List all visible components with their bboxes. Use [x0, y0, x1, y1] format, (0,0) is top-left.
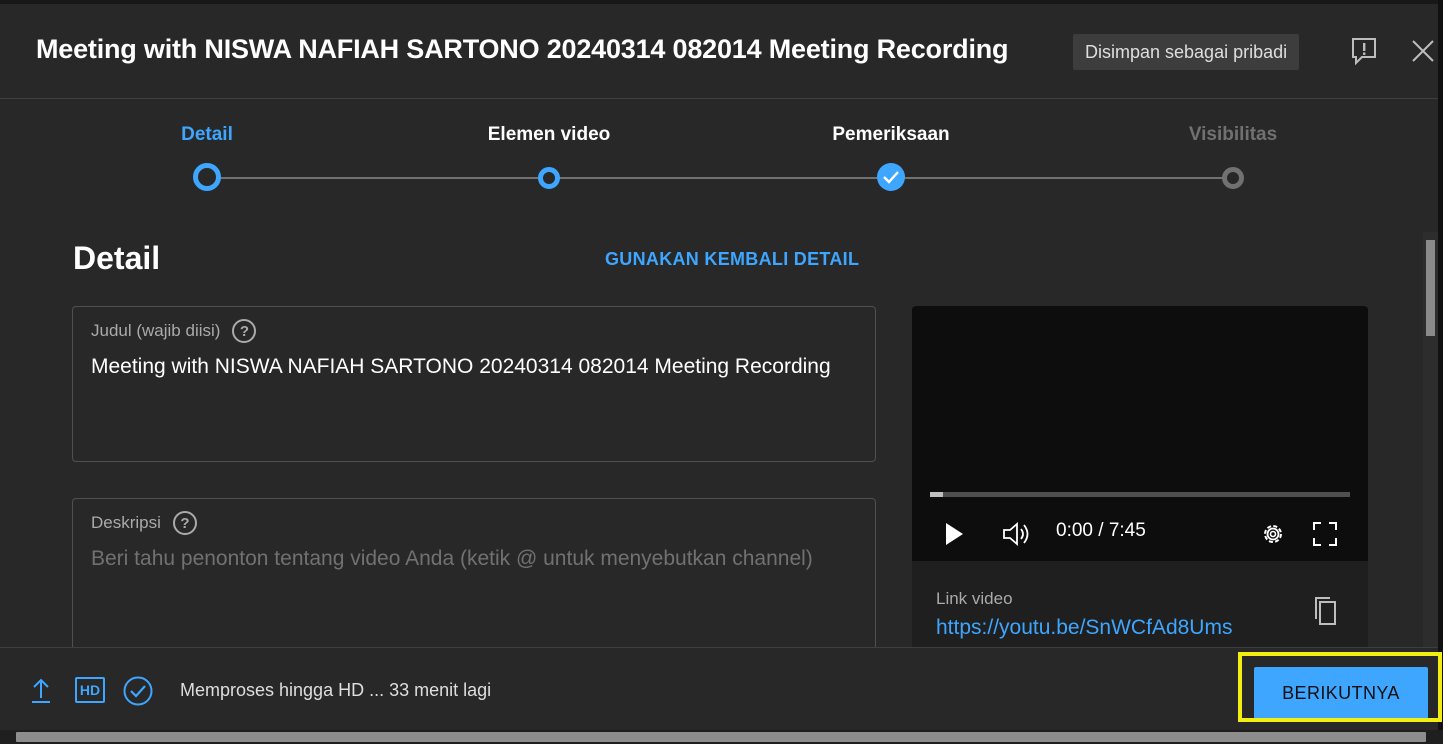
video-progress-fill — [930, 492, 943, 497]
section-heading: Detail — [73, 240, 161, 276]
step-detail-label[interactable]: Detail — [181, 124, 233, 146]
hd-icon: HD — [75, 677, 105, 703]
description-input[interactable]: Beri tahu penonton tentang video Anda (k… — [91, 541, 851, 577]
video-link-url[interactable]: https://youtu.be/SnWCfAd8Ums — [936, 616, 1232, 640]
help-icon[interactable]: ? — [172, 511, 197, 535]
next-button-highlight — [1238, 652, 1442, 722]
step-checks-label[interactable]: Pemeriksaan — [832, 124, 949, 146]
video-player[interactable]: 0:00 / 7:45 — [912, 306, 1368, 561]
step-video-elements-dot[interactable] — [538, 167, 560, 189]
settings-gear-icon[interactable] — [1258, 519, 1288, 549]
play-icon[interactable] — [940, 519, 968, 549]
title-field-label: Judul (wajib diisi) ? — [91, 319, 257, 343]
dialog-title: Meeting with NISWA NAFIAH SARTONO 202403… — [36, 34, 1009, 64]
close-icon[interactable] — [1406, 34, 1438, 68]
step-visibility-label: Visibilitas — [1188, 124, 1278, 145]
vertical-scrollbar[interactable] — [1423, 232, 1438, 652]
dialog-footer: HD Memproses hingga HD ... 33 menit lagi… — [0, 647, 1438, 730]
step-checks-check-icon[interactable] — [877, 163, 905, 191]
step-detail-dot[interactable] — [193, 163, 221, 191]
title-field[interactable]: Judul (wajib diisi) ? Meeting with NISWA… — [72, 306, 876, 462]
stepper-track — [207, 177, 1233, 179]
horizontal-scrollbar-thumb[interactable] — [16, 732, 1426, 742]
save-status-badge: Disimpan sebagai pribadi — [1073, 34, 1300, 70]
video-preview-card: 0:00 / 7:45 Link video https://youtu.be/… — [912, 306, 1368, 666]
upload-stepper: Detail Elemen video Pemeriksaan Visibili… — [0, 100, 1438, 200]
dialog-header: Meeting with NISWA NAFIAH SARTONO 202403… — [0, 4, 1438, 99]
vertical-scrollbar-thumb[interactable] — [1426, 240, 1435, 336]
processing-status: Memproses hingga HD ... 33 menit lagi — [180, 680, 492, 700]
window-right-edge — [1438, 0, 1443, 730]
description-field-label: Deskripsi ? — [91, 511, 197, 535]
volume-icon[interactable] — [1000, 518, 1034, 550]
feedback-icon[interactable] — [1347, 34, 1381, 68]
reuse-details-button[interactable]: GUNAKAN KEMBALI DETAIL — [605, 249, 859, 270]
help-icon[interactable]: ? — [232, 319, 257, 343]
video-link-label: Link video — [936, 589, 1013, 608]
video-time: 0:00 / 7:45 — [1056, 520, 1146, 541]
check-circle-icon — [122, 675, 154, 707]
title-label-text: Judul (wajib diisi) — [91, 321, 221, 340]
step-video-elements-label[interactable]: Elemen video — [488, 124, 611, 146]
upload-dialog: Meeting with NISWA NAFIAH SARTONO 202403… — [0, 4, 1438, 730]
description-label-text: Deskripsi — [91, 513, 161, 532]
video-progress-bar[interactable] — [930, 492, 1350, 497]
horizontal-scrollbar[interactable] — [0, 730, 1443, 744]
step-visibility-dot — [1222, 167, 1244, 189]
title-input[interactable]: Meeting with NISWA NAFIAH SARTONO 202403… — [91, 349, 851, 385]
upload-icon — [28, 674, 54, 706]
copy-icon[interactable] — [1310, 594, 1340, 628]
fullscreen-icon[interactable] — [1310, 519, 1340, 549]
